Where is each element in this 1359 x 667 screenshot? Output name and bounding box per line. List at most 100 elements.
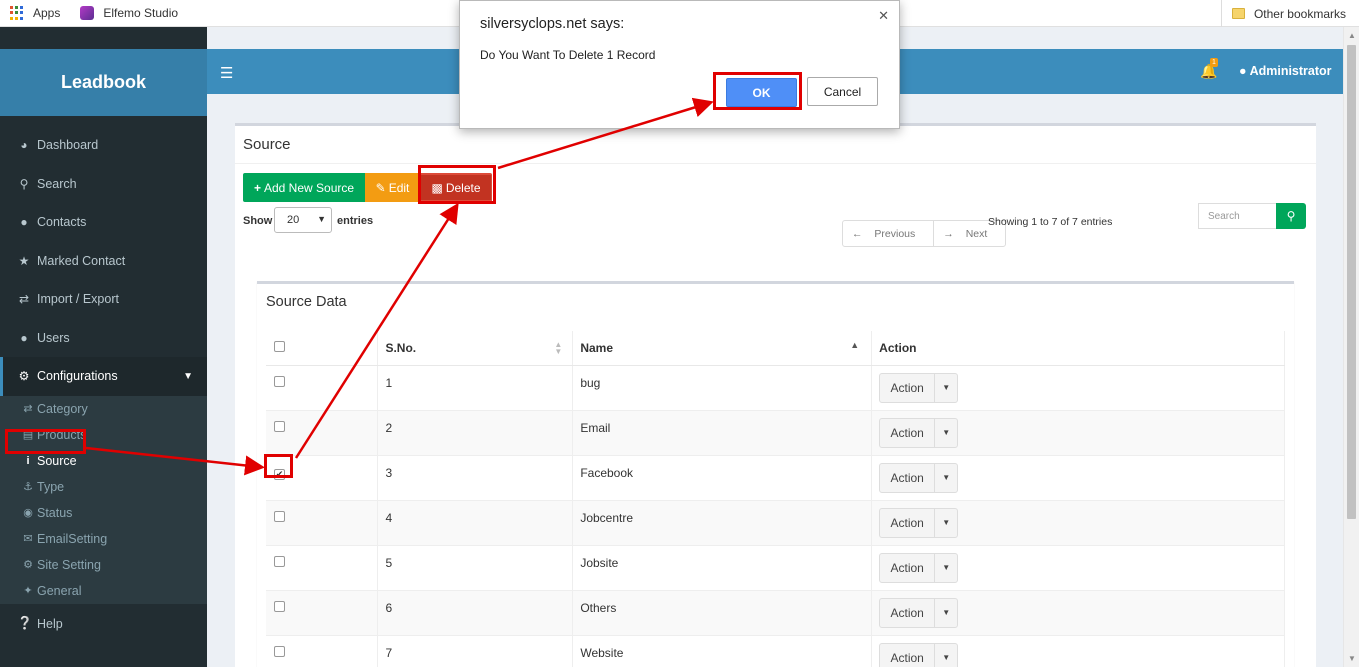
previous-button[interactable]: ← Previous xyxy=(843,221,933,246)
action-dropdown[interactable]: Action ▼ xyxy=(879,372,959,403)
page-size-select[interactable]: 20 ▼ xyxy=(274,207,332,233)
sidebar-item-help[interactable]: ❔ Help xyxy=(0,604,207,644)
submenu-item-status[interactable]: ◉ Status xyxy=(0,500,207,526)
action-dropdown[interactable]: Action ▼ xyxy=(879,597,959,628)
scroll-thumb[interactable] xyxy=(1347,45,1356,519)
submenu-item-label: Source xyxy=(37,453,77,468)
delete-label: Delete xyxy=(445,180,481,195)
name-cell: Email xyxy=(572,410,873,456)
brand-logo[interactable]: Leadbook xyxy=(0,49,207,116)
ok-button[interactable]: OK xyxy=(726,78,797,107)
sidebar-item-label: Help xyxy=(37,616,63,631)
submenu-item-source[interactable]: i Source xyxy=(0,448,207,474)
row-checkbox[interactable] xyxy=(274,510,285,522)
name-cell: Others xyxy=(572,590,873,636)
sidebar-item-label: Search xyxy=(37,176,77,191)
sidebar-item-contacts[interactable]: ● Contacts xyxy=(0,203,207,242)
cart-icon: ▤ xyxy=(22,429,34,441)
exchange-icon: ⇄ xyxy=(18,292,30,307)
sidebar-item-import-export[interactable]: ⇄ Import / Export xyxy=(0,280,207,319)
user-menu[interactable]: ● Administrator xyxy=(1239,64,1332,78)
sidebar-item-label: Users xyxy=(37,330,70,345)
caret-down-icon[interactable]: ▼ xyxy=(935,554,957,582)
table-row: ✔ 3 Facebook Action ▼ xyxy=(266,455,1285,501)
caret-down-icon[interactable]: ▼ xyxy=(935,419,957,447)
submenu-item-site-setting[interactable]: ⚙ Site Setting xyxy=(0,552,207,578)
sno-header[interactable]: S.No. ▲ ▼ xyxy=(377,331,574,366)
sidebar-item-label: Dashboard xyxy=(37,138,99,153)
other-bookmarks-label: Other bookmarks xyxy=(1253,6,1346,21)
add-label: Add New Source xyxy=(263,180,355,195)
sno-cell: 3 xyxy=(377,455,574,501)
other-bookmarks[interactable]: Other bookmarks xyxy=(1220,0,1346,27)
wrench-icon: ✦ xyxy=(23,585,33,597)
submenu-item-products[interactable]: ▤ Products xyxy=(0,422,207,448)
action-label: Action xyxy=(880,508,936,537)
action-cell: Action ▼ xyxy=(871,500,1285,546)
row-checkbox[interactable] xyxy=(274,645,285,657)
name-header-label: Name xyxy=(580,340,614,355)
caret-down-icon[interactable]: ▼ xyxy=(935,374,957,402)
row-checkbox-checked[interactable]: ✔ xyxy=(274,468,285,480)
show-label: Show xyxy=(243,215,273,227)
name-cell: Jobcentre xyxy=(572,500,873,546)
action-dropdown[interactable]: Action ▼ xyxy=(879,642,959,667)
delete-button[interactable]: ▩ Delete xyxy=(420,173,492,202)
action-dropdown[interactable]: Action ▼ xyxy=(879,462,959,493)
search-button[interactable]: ⚲ xyxy=(1276,203,1306,229)
scroll-down-arrow-icon[interactable]: ▼ xyxy=(1348,654,1356,663)
caret-down-icon[interactable]: ▼ xyxy=(935,464,957,492)
eye-icon: ◉ xyxy=(23,507,33,519)
dialog-message: Do You Want To Delete 1 Record xyxy=(480,48,656,62)
close-icon[interactable]: ✕ xyxy=(878,8,889,24)
apps-grid-icon xyxy=(10,6,24,20)
caret-down-icon[interactable]: ▼ xyxy=(935,509,957,537)
submenu-item-category[interactable]: ⇄ Category xyxy=(0,396,207,422)
search-icon: ⚲ xyxy=(1286,209,1296,223)
plus-icon: + xyxy=(253,180,261,195)
hamburger-menu-icon[interactable]: ☰ xyxy=(220,64,233,82)
elfemo-bookmark[interactable]: Elfemo Studio xyxy=(70,6,178,20)
submenu-item-emailsetting[interactable]: ✉ EmailSetting xyxy=(0,526,207,552)
sidebar-item-dashboard[interactable]: ◕ Dashboard xyxy=(0,126,207,165)
action-dropdown[interactable]: Action ▼ xyxy=(879,417,959,448)
cancel-button[interactable]: Cancel xyxy=(807,77,878,106)
add-new-source-button[interactable]: + Add New Source xyxy=(243,173,365,202)
sidebar-item-configurations[interactable]: ⚙ Configurations ▼ xyxy=(0,357,207,396)
sidebar-item-label: Marked Contact xyxy=(37,253,126,268)
edit-button[interactable]: ✎ Edit xyxy=(365,173,420,202)
action-cell: Action ▼ xyxy=(871,365,1285,411)
action-label: Action xyxy=(880,643,936,667)
caret-down-icon[interactable]: ▼ xyxy=(935,599,957,627)
page-scrollbar[interactable]: ▲ ▼ xyxy=(1343,27,1359,667)
name-header[interactable]: Name ▲ xyxy=(572,331,873,366)
sidebar-item-label: Configurations xyxy=(37,369,118,384)
row-checkbox[interactable] xyxy=(274,375,285,387)
submenu-item-label: Category xyxy=(37,401,88,416)
showing-info: Showing 1 to 7 of 7 entries xyxy=(988,216,1113,228)
sort-icon: ▲ ▼ xyxy=(554,340,563,356)
submenu-item-general[interactable]: ✦ General xyxy=(0,578,207,604)
action-dropdown[interactable]: Action ▼ xyxy=(879,507,959,538)
table-row: 6 Others Action ▼ xyxy=(266,590,1285,636)
apps-label: Apps xyxy=(33,6,61,20)
search-input[interactable]: Search xyxy=(1198,203,1277,229)
search-icon: ⚲ xyxy=(19,176,29,191)
select-all-checkbox[interactable] xyxy=(274,340,285,352)
edit-icon: ✎ xyxy=(375,180,386,195)
caret-down-icon[interactable]: ▼ xyxy=(935,644,957,667)
row-checkbox[interactable] xyxy=(274,420,285,432)
row-checkbox[interactable] xyxy=(274,555,285,567)
sidebar-item-marked-contact[interactable]: ★ Marked Contact xyxy=(0,242,207,281)
dialog-title: silversyclops.net says: xyxy=(480,16,625,32)
action-cell: Action ▼ xyxy=(871,545,1285,591)
sidebar-item-users[interactable]: ● Users xyxy=(0,319,207,358)
previous-label: Previous xyxy=(874,227,916,240)
apps-bookmark[interactable]: Apps xyxy=(10,6,60,20)
chevron-down-icon: ▼ xyxy=(183,370,193,382)
row-checkbox[interactable] xyxy=(274,600,285,612)
submenu-item-type[interactable]: ⚓ Type xyxy=(0,474,207,500)
action-dropdown[interactable]: Action ▼ xyxy=(879,552,959,583)
sidebar-item-search[interactable]: ⚲ Search xyxy=(0,165,207,204)
scroll-up-arrow-icon[interactable]: ▲ xyxy=(1348,31,1356,40)
